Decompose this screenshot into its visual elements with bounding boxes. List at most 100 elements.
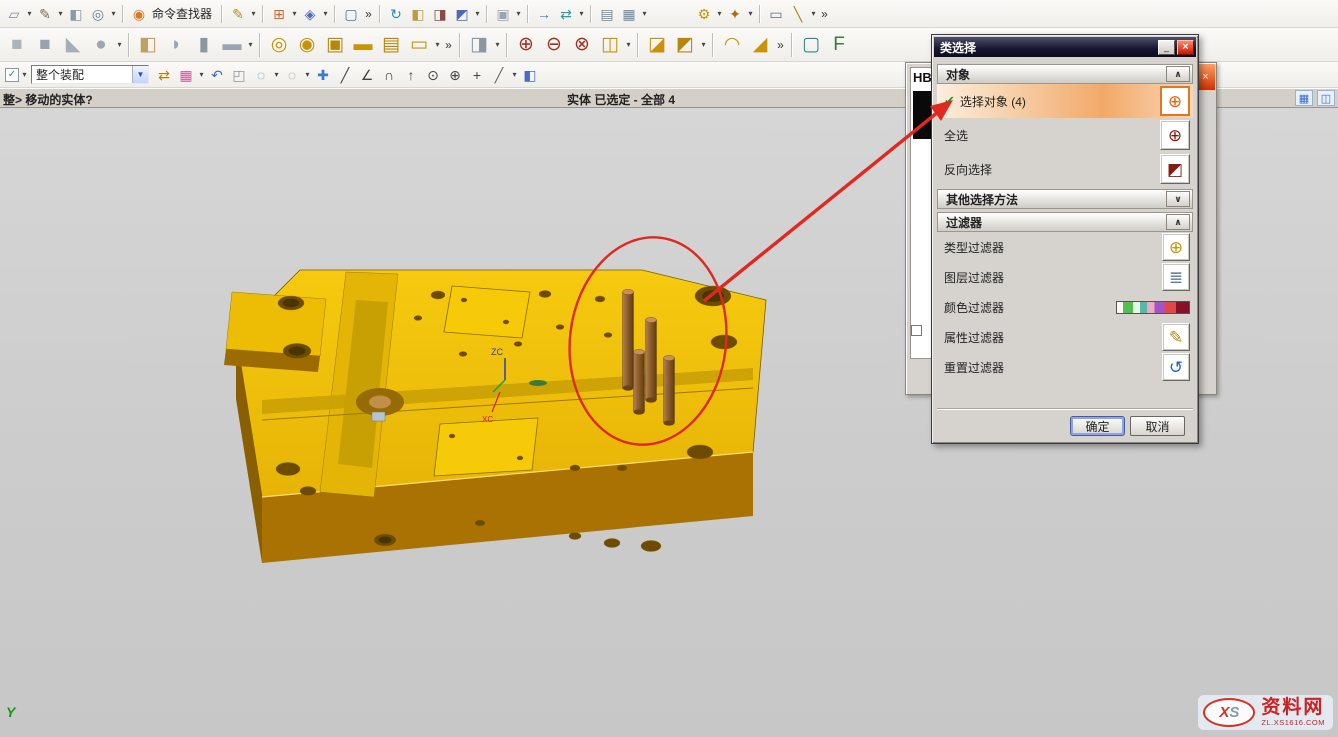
selection-filter-icon[interactable]: ◌	[251, 65, 271, 85]
caret-icon[interactable]: ▾	[493, 40, 502, 49]
emboss-feature-icon[interactable]: ▤	[378, 32, 404, 58]
more-icon[interactable]: »	[818, 7, 831, 21]
caret-icon[interactable]: ▾	[197, 70, 206, 79]
wireframe-view-icon[interactable]: ◨	[430, 4, 450, 24]
section-header-filter[interactable]: 过滤器 ∧	[937, 212, 1193, 232]
analysis-line-icon[interactable]: ╲	[788, 4, 808, 24]
intersect-boolean-icon[interactable]: ⊗	[569, 32, 595, 58]
caret-icon[interactable]: ▾	[115, 40, 124, 49]
invert-selection-row[interactable]: 反向选择 ◩	[937, 152, 1193, 186]
section-header-object[interactable]: 对象 ∧	[937, 64, 1193, 84]
pad-feature-icon[interactable]: ▬	[350, 32, 376, 58]
ok-button[interactable]: 确定	[1070, 416, 1125, 436]
rib-icon[interactable]: ▮	[191, 32, 217, 58]
cylinder-primitive-icon[interactable]: ■	[32, 32, 58, 58]
display-cube-icon[interactable]: ▢	[341, 4, 361, 24]
snap-point-icon[interactable]: ◌	[282, 65, 302, 85]
extrude-icon[interactable]: ◧	[66, 4, 86, 24]
pocket-feature-icon[interactable]: ▣	[322, 32, 348, 58]
dialog-titlebar[interactable]: 类选择 _ ×	[934, 37, 1196, 57]
command-finder-label[interactable]: 命令查找器	[150, 5, 217, 22]
row-icon-button[interactable]: ✎	[1162, 323, 1190, 351]
arc-tool-icon[interactable]: ∩	[379, 65, 399, 85]
chevron-down-icon[interactable]: ▼	[132, 66, 148, 83]
snapshot-icon[interactable]: ▣	[493, 4, 513, 24]
caret-icon[interactable]: ▾	[433, 40, 442, 49]
row-icon-button[interactable]: ⊕	[1160, 86, 1190, 116]
move-component-icon[interactable]: →	[534, 4, 554, 24]
caret-icon[interactable]: ▾	[624, 40, 633, 49]
show-result-icon[interactable]: ◰	[229, 65, 249, 85]
rotate-view-icon[interactable]: ↻	[386, 4, 406, 24]
subtract-boolean-icon[interactable]: ⊖	[541, 32, 567, 58]
reset-filter-row[interactable]: 重置过滤器 ↺	[937, 352, 1193, 382]
color-strip-button[interactable]	[1116, 301, 1190, 314]
block-primitive-icon[interactable]: ■	[4, 32, 30, 58]
row-icon-button[interactable]: ↺	[1162, 353, 1190, 381]
section-header-other-methods[interactable]: 其他选择方法 ∨	[937, 189, 1193, 209]
layer-filter-row[interactable]: 图层过滤器 ≣	[937, 262, 1193, 292]
view-orient-icon[interactable]: ◈	[300, 4, 320, 24]
cancel-button[interactable]: 取消	[1130, 416, 1185, 436]
chevron-up-icon[interactable]: ∧	[1166, 214, 1190, 230]
side-panel-icon[interactable]: ◫	[1317, 90, 1335, 106]
assembly-constraints-icon[interactable]: ⇄	[556, 4, 576, 24]
datum-plane-icon[interactable]: ▱	[4, 4, 24, 24]
measure-icon[interactable]: ▭	[766, 4, 786, 24]
assembly-scope-select[interactable]: 整个装配 ▼	[31, 65, 149, 84]
caret-icon[interactable]: ▾	[303, 70, 312, 79]
minimize-button[interactable]: _	[1158, 40, 1175, 55]
caret-icon[interactable]: ▾	[109, 9, 118, 18]
chevron-up-icon[interactable]: ∧	[1166, 66, 1190, 82]
background-window-checkbox[interactable]	[911, 325, 922, 336]
close-button[interactable]: ×	[1177, 40, 1194, 55]
shaded-view-icon[interactable]: ◧	[408, 4, 428, 24]
caret-icon[interactable]: ▾	[640, 9, 649, 18]
wrench-icon[interactable]: ⚙	[694, 4, 714, 24]
color-filter-row[interactable]: 颜色过滤器	[937, 292, 1193, 322]
datum-csys-icon[interactable]: ◧	[520, 65, 540, 85]
point-tool-icon[interactable]: ⊕	[445, 65, 465, 85]
caret-icon[interactable]: ▾	[56, 9, 65, 18]
plus-tool-icon[interactable]: +	[467, 65, 487, 85]
row-icon-button[interactable]: ⊕	[1162, 233, 1190, 261]
extrude-body-icon[interactable]: ◨	[466, 32, 492, 58]
caret-icon[interactable]: ▾	[290, 9, 299, 18]
express-tool-icon[interactable]: ✦	[725, 4, 745, 24]
sketch-icon[interactable]: ✎	[35, 4, 55, 24]
circle-tool-icon[interactable]: ⊙	[423, 65, 443, 85]
select-all-row[interactable]: 全选 ⊕	[937, 118, 1193, 152]
more-icon[interactable]: »	[362, 7, 375, 21]
caret-icon[interactable]: ▾	[746, 9, 755, 18]
caret-icon[interactable]: ▾	[246, 40, 255, 49]
sew-icon[interactable]: ◫	[597, 32, 623, 58]
caret-icon[interactable]: ▾	[510, 70, 519, 79]
move-handle-icon[interactable]: ✚	[313, 65, 333, 85]
polyline-tool-icon[interactable]: ∠	[357, 65, 377, 85]
caret-icon[interactable]: ▾	[249, 9, 258, 18]
caret-icon[interactable]: ▾	[473, 9, 482, 18]
row-icon-button[interactable]: ≣	[1162, 263, 1190, 291]
selection-scope-checkbox[interactable]: ✓	[5, 68, 19, 82]
attribute-filter-row[interactable]: 属性过滤器 ✎	[937, 322, 1193, 352]
sphere-primitive-icon[interactable]: ●	[88, 32, 114, 58]
undo-icon[interactable]: ↶	[207, 65, 227, 85]
chamfer-icon[interactable]: ◢	[747, 32, 773, 58]
type-filter-row[interactable]: 类型过滤器 ⊕	[937, 232, 1193, 262]
boss-feature-icon[interactable]: ◉	[294, 32, 320, 58]
edge-blend-icon[interactable]: ◠	[719, 32, 745, 58]
more-icon[interactable]: »	[442, 38, 455, 52]
line-tool-icon[interactable]: ╱	[335, 65, 355, 85]
datum-block-icon[interactable]: ◧	[135, 32, 161, 58]
caret-icon[interactable]: ▾	[577, 9, 586, 18]
layer-grid-icon[interactable]: ▦	[176, 65, 196, 85]
annotation-pencil-icon[interactable]: ✎	[228, 4, 248, 24]
window-layout-icon[interactable]: ⊞	[269, 4, 289, 24]
caret-icon[interactable]: ▾	[272, 70, 281, 79]
tile-windows-icon[interactable]: ▦	[1295, 90, 1313, 106]
hole-feature-icon[interactable]: ◎	[266, 32, 292, 58]
text-feature-icon[interactable]: F	[826, 32, 852, 58]
split-body-icon[interactable]: ◩	[672, 32, 698, 58]
slash-tool-icon[interactable]: ╱	[489, 65, 509, 85]
unite-boolean-icon[interactable]: ⊕	[513, 32, 539, 58]
